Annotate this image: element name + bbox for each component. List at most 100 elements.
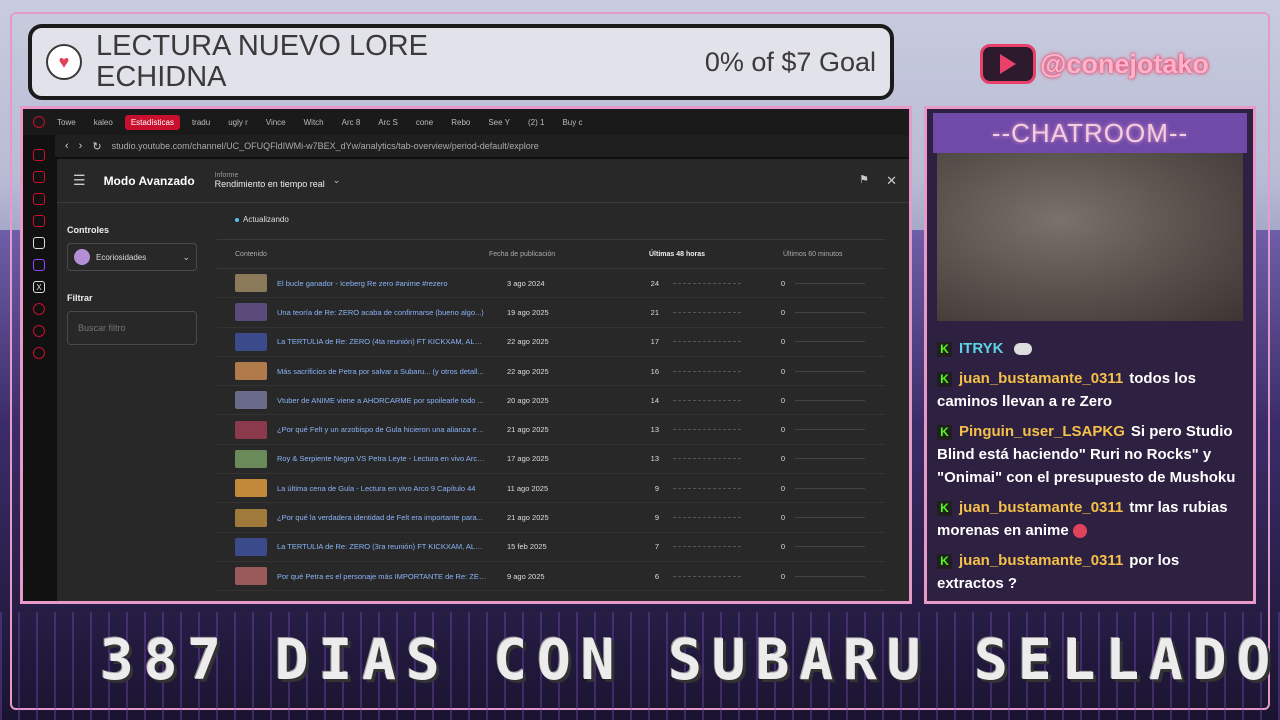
channel-name: Ecoriosidades [96, 252, 147, 262]
back-icon[interactable]: ‹ [65, 140, 69, 152]
feedback-icon[interactable]: ⚑ [859, 173, 869, 186]
browser-capture: Towe kaleo Estadísticas tradu ugly r Vince Wit… [20, 106, 912, 604]
channel-select[interactable]: Ecoriosidades ⌄ [67, 243, 197, 271]
browser-tab[interactable]: Buy c [556, 115, 588, 130]
table-header: Contenido Fecha de publicación Últimas 4… [217, 239, 885, 269]
chat-username[interactable]: juan_bustamante_0311 [959, 552, 1123, 569]
table-row[interactable]: La última cena de Gula - Lectura en vivo… [217, 474, 885, 504]
table-row[interactable]: Una teoría de Re: ZERO acaba de confirma… [217, 298, 885, 328]
sidebar-icon-8[interactable] [33, 303, 45, 315]
publish-date: 21 ago 2025 [507, 425, 549, 435]
sparkline-48h [673, 341, 743, 343]
col-last48[interactable]: Últimas 48 horas [649, 251, 783, 258]
table-row[interactable]: ¿Por qué Felt y un arzobispo de Gula hic… [217, 415, 885, 445]
chat-username[interactable]: juan_bustamante_0311 [959, 370, 1123, 387]
video-thumbnail[interactable] [235, 567, 267, 586]
browser-tab[interactable]: tradu [186, 115, 216, 130]
views-48h: 13 [650, 425, 659, 435]
views-48h: 16 [650, 366, 659, 376]
sparkline-48h [673, 575, 743, 577]
chat-message: Kjuan_bustamante_0311 tmr las rubias more… [937, 496, 1243, 542]
browser-tab[interactable]: Rebo [445, 115, 476, 130]
browser-tab[interactable]: Towe [51, 115, 82, 130]
video-thumbnail[interactable] [235, 362, 267, 381]
chat-title: --CHATROOM-- [991, 117, 1189, 148]
video-title[interactable]: ¿Por qué Felt y un arzobispo de Gula hic… [277, 425, 487, 434]
table-row[interactable]: Roy & Serpiente Negra VS Petra Leyte - L… [217, 445, 885, 475]
video-thumbnail[interactable] [235, 479, 267, 498]
sidebar-icon-1[interactable] [33, 149, 45, 161]
browser-tab[interactable]: Arc S [372, 115, 404, 130]
sparkline-60m [795, 311, 865, 313]
browser-tab[interactable]: See Y [482, 115, 516, 130]
video-title[interactable]: La TERTULIA de Re: ZERO (3ra reunión) FT… [277, 542, 487, 551]
video-title[interactable]: Por qué Petra es el personaje más IMPORT… [277, 572, 487, 581]
filter-input[interactable] [67, 311, 197, 345]
video-thumbnail[interactable] [235, 391, 267, 410]
browser-tab[interactable]: Witch [298, 115, 330, 130]
video-title[interactable]: ¿Por qué la verdadera identidad de Felt … [277, 513, 487, 522]
browser-tab[interactable]: Estadísticas [124, 114, 180, 130]
browser-tab[interactable]: cone [410, 115, 439, 130]
publish-date: 21 ago 2025 [507, 513, 549, 523]
video-title[interactable]: El bucle ganador - Iceberg Re zero #anim… [277, 279, 487, 288]
sidebar-icon-2[interactable] [33, 171, 45, 183]
filter-heading: Filtrar [67, 293, 93, 303]
table-row[interactable]: Más sacrificios de Petra por salvar a Su… [217, 357, 885, 387]
browser-tab[interactable]: Vince [260, 115, 292, 130]
chat-username[interactable]: ITRYK [959, 340, 1003, 357]
col-last60[interactable]: Últimos 60 minutos [783, 251, 843, 258]
close-icon[interactable]: ✕ [886, 173, 897, 189]
browser-tab[interactable]: (2) 1 [522, 115, 550, 130]
sidebar-icon-5[interactable] [33, 237, 45, 249]
menu-icon[interactable]: ☰ [73, 172, 86, 189]
col-content[interactable]: Contenido [217, 251, 489, 258]
video-thumbnail[interactable] [235, 274, 267, 293]
video-thumbnail[interactable] [235, 449, 267, 468]
twitch-icon[interactable] [33, 259, 45, 271]
video-title[interactable]: Una teoría de Re: ZERO acaba de confirma… [277, 308, 487, 317]
video-title[interactable]: Roy & Serpiente Negra VS Petra Leyte - L… [277, 454, 487, 463]
sparkline-48h [673, 311, 743, 313]
report-value: Rendimiento en tiempo real [214, 179, 325, 189]
reload-icon[interactable]: ↻ [92, 140, 101, 153]
sparkline-48h [673, 370, 743, 372]
status-indicator: Actualizando [235, 215, 289, 224]
report-selector[interactable]: Informe Rendimiento en tiempo real [215, 172, 325, 189]
video-thumbnail[interactable] [235, 508, 267, 527]
video-thumbnail[interactable] [235, 420, 267, 439]
chevron-down-icon[interactable]: ⌄ [333, 175, 341, 186]
publish-date: 19 ago 2025 [507, 307, 549, 317]
video-title[interactable]: Más sacrificios de Petra por salvar a Su… [277, 367, 487, 376]
video-title[interactable]: Vtuber de ANIME viene a AHORCARME por sp… [277, 396, 487, 405]
video-title[interactable]: La última cena de Gula - Lectura en vivo… [277, 484, 487, 493]
table-row[interactable]: El bucle ganador - Iceberg Re zero #anim… [217, 269, 885, 299]
sidebar-icon-3[interactable] [33, 193, 45, 205]
browser-tab[interactable]: ugly r [222, 115, 254, 130]
kick-icon: K [937, 500, 952, 516]
settings-icon[interactable] [33, 347, 45, 359]
video-thumbnail[interactable] [235, 537, 267, 556]
publish-date: 3 ago 2024 [507, 278, 545, 288]
table-row[interactable]: La TERTULIA de Re: ZERO (3ra reunión) FT… [217, 533, 885, 562]
table-row[interactable]: Vtuber de ANIME viene a AHORCARME por sp… [217, 386, 885, 416]
history-icon[interactable] [33, 325, 45, 337]
opera-icon[interactable] [33, 116, 45, 128]
video-thumbnail[interactable] [235, 332, 267, 351]
forward-icon[interactable]: › [79, 140, 83, 152]
sidebar-icon-4[interactable] [33, 215, 45, 227]
url-field[interactable]: studio.youtube.com/channel/UC_OFUQFldIWM… [112, 141, 539, 151]
table-row[interactable]: Por qué Petra es el personaje más IMPORT… [217, 562, 885, 592]
table-row[interactable]: ¿Por qué la verdadera identidad de Felt … [217, 503, 885, 533]
browser-tab[interactable]: kaleo [88, 115, 119, 130]
chat-username[interactable]: Pinguin_user_LSAPKG [959, 423, 1125, 440]
browser-tab[interactable]: Arc 8 [336, 115, 367, 130]
browser-tabbar: Towe kaleo Estadísticas tradu ugly r Vince Wit… [23, 109, 909, 135]
video-title[interactable]: La TERTULIA de Re: ZERO (4ta reunión) FT… [277, 337, 487, 346]
x-icon[interactable]: X [33, 281, 45, 293]
chat-username[interactable]: juan_bustamante_0311 [959, 499, 1123, 516]
goal-widget: ♥ LECTURA NUEVO LORE ECHIDNA 0% of $7 Go… [28, 24, 894, 100]
video-thumbnail[interactable] [235, 303, 267, 322]
col-published[interactable]: Fecha de publicación [489, 251, 649, 258]
table-row[interactable]: La TERTULIA de Re: ZERO (4ta reunión) FT… [217, 328, 885, 357]
